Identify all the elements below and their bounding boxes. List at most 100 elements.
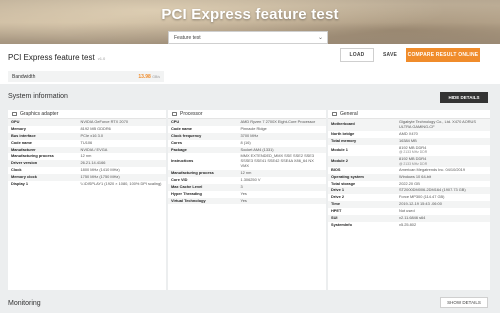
row-key: Clock frequency bbox=[168, 132, 238, 140]
row-value-text: Gigabyte Technology Co., Ltd. X470 AORUS… bbox=[399, 119, 476, 129]
row-value: \\.\DISPLAY1 (1920 × 1080, 100% DPI scal… bbox=[78, 181, 166, 188]
table-row: Instructions MMX EXTENDED_MMX SSE SSE2 SS… bbox=[168, 153, 326, 170]
compare-result-online-button[interactable]: COMPARE RESULT ONLINE bbox=[406, 48, 480, 62]
bandwidth-value: 13.98 GB/s bbox=[138, 74, 164, 80]
save-button[interactable]: SAVE bbox=[376, 48, 404, 62]
row-key: SUI bbox=[328, 214, 397, 222]
table-row: Drive 2 Force MP300 (114.47 GB) bbox=[328, 194, 490, 201]
table-row: Memory clock 1750 MHz (1750 MHz) bbox=[8, 174, 166, 181]
row-value: Pinnacle Ridge bbox=[238, 126, 326, 133]
row-value: Force MP300 (114.47 GB) bbox=[396, 194, 490, 201]
page-title: PCI Express feature test bbox=[161, 6, 339, 23]
row-value: TU106 bbox=[78, 140, 166, 147]
result-title-text: PCI Express feature test bbox=[8, 53, 95, 62]
table-row: North bridge AMD X470 bbox=[328, 131, 490, 138]
row-value-sub: @ 2133 MHz DDR bbox=[399, 161, 428, 166]
table-row: Virtual Technology Yes bbox=[168, 197, 326, 205]
table-row: Module 2 8192 MB DDR4 @ 2133 MHz DDR bbox=[328, 155, 490, 167]
table-row: Memory 8192 MB GDDR6 bbox=[8, 126, 166, 133]
system-info-title: System information bbox=[8, 93, 68, 100]
row-value: 2019-12-19 15:43 -06:00 bbox=[396, 201, 490, 208]
table-row: Hyper Threading Yes bbox=[168, 191, 326, 198]
row-key: Virtual Technology bbox=[168, 197, 238, 205]
row-key: Code name bbox=[171, 125, 192, 131]
row-value-text: 12 nm bbox=[240, 170, 252, 175]
row-key: Module 2 bbox=[328, 155, 397, 167]
row-value: Yes bbox=[238, 191, 326, 198]
general-table: Motherboard Gigabyte Technology Co., Ltd.… bbox=[328, 119, 490, 229]
hide-details-button[interactable]: HIDE DETAILS bbox=[440, 92, 488, 103]
processor-title: Processor bbox=[180, 111, 203, 117]
table-row: Cores 8 (16) bbox=[168, 140, 326, 147]
row-value: American Megatrends Inc. 04/10/2019 bbox=[396, 167, 490, 174]
row-value-text: ST2000DM006-2DM164 (1907.73 GB) bbox=[399, 187, 466, 193]
row-value-text: American Megatrends Inc. 04/10/2019 bbox=[399, 166, 465, 172]
row-key: SystemInfo bbox=[331, 221, 352, 227]
table-row: SystemInfo v5.25.802 bbox=[328, 222, 490, 229]
row-key: Cores bbox=[171, 139, 183, 145]
cpu-icon bbox=[172, 112, 177, 116]
list-icon bbox=[332, 112, 337, 116]
processor-table: CPU AMD Ryzen 7 2700X Eight-Core Processo… bbox=[168, 119, 326, 205]
row-value: PCIe x16 3.0 bbox=[77, 132, 166, 140]
table-row: BIOS American Megatrends Inc. 04/10/2019 bbox=[328, 167, 490, 174]
table-row: Clock frequency 3700 MHz bbox=[168, 132, 326, 140]
load-button[interactable]: LOAD bbox=[340, 48, 374, 62]
row-value-text: Force MP300 (114.47 GB) bbox=[399, 194, 445, 200]
row-key: Package bbox=[168, 146, 238, 154]
table-row: Package Socket AM4 (1331) bbox=[168, 146, 326, 154]
row-key: Motherboard bbox=[328, 119, 397, 131]
general-header: General bbox=[328, 110, 490, 119]
row-value-text: Socket AM4 (1331) bbox=[240, 146, 274, 152]
row-value: 3 bbox=[237, 183, 326, 191]
row-value: 26.21.14.4166 bbox=[77, 160, 166, 168]
monitoring-title: Monitoring bbox=[8, 300, 41, 307]
table-row: CPU AMD Ryzen 7 2700X Eight-Core Processo… bbox=[168, 119, 326, 126]
row-value: 8192 MB GDDR6 bbox=[78, 126, 166, 133]
table-row: Clock 1800 MHz (1410 MHz) bbox=[8, 167, 166, 174]
table-row: Max Cache Level 3 bbox=[168, 183, 326, 191]
row-value: Yes bbox=[237, 197, 326, 205]
test-selector-value: Feature test bbox=[174, 34, 201, 41]
graphics-adapter-title: Graphics adapter bbox=[20, 111, 59, 117]
bandwidth-unit: GB/s bbox=[152, 74, 160, 79]
row-value-text: 1.306250 V bbox=[240, 176, 261, 182]
row-value: AMD X470 bbox=[396, 131, 490, 138]
row-key: Display 1 bbox=[11, 180, 29, 186]
row-value-text: Yes bbox=[240, 190, 247, 196]
row-key: Code name bbox=[11, 139, 32, 145]
row-value: v2.11.6846 s64 bbox=[396, 214, 490, 222]
test-selector-dropdown[interactable]: Feature test ⌄ bbox=[168, 31, 328, 44]
table-row: SUI v2.11.6846 s64 bbox=[328, 214, 490, 222]
table-row: Operating system Windows 10 64-bit bbox=[328, 173, 490, 181]
row-key: Total storage bbox=[331, 180, 356, 186]
row-value: Socket AM4 (1331) bbox=[237, 146, 326, 154]
monitoring-header: Monitoring bbox=[0, 296, 500, 313]
table-row: Manufacturer NVIDIA / EVGA bbox=[8, 146, 166, 154]
table-row: Total memory 16384 MB bbox=[328, 137, 490, 145]
row-value: MMX EXTENDED_MMX SSE SSE2 SSE3 SSSE3 SSE… bbox=[238, 153, 326, 170]
row-key: CPU bbox=[168, 119, 238, 126]
row-value-text: Pinnacle Ridge bbox=[240, 125, 267, 131]
row-value: 12 nm bbox=[78, 153, 166, 160]
table-row: Code name Pinnacle Ridge bbox=[168, 126, 326, 133]
row-value-text: 1750 MHz (1750 MHz) bbox=[80, 174, 120, 179]
row-key: Total memory bbox=[328, 137, 397, 145]
row-value: NVIDIA GeForce RTX 2070 bbox=[77, 119, 166, 126]
row-value-text: 2019-12-19 15:43 -06:00 bbox=[399, 201, 442, 207]
show-details-button[interactable]: SHOW DETAILS bbox=[440, 297, 488, 308]
row-value-text: 16384 MB bbox=[399, 137, 417, 143]
row-value: 16384 MB bbox=[396, 137, 490, 145]
row-key: Manufacturer bbox=[8, 146, 78, 154]
row-value-text: Windows 10 64-bit bbox=[399, 173, 432, 179]
row-value: 3700 MHz bbox=[237, 132, 326, 140]
table-row: Core VID 1.306250 V bbox=[168, 177, 326, 184]
graphics-adapter-header: Graphics adapter bbox=[8, 110, 166, 119]
row-key: Driver version bbox=[8, 160, 78, 168]
row-value-text: NVIDIA GeForce RTX 2070 bbox=[80, 119, 129, 124]
row-value-text: 8192 MB GDDR6 bbox=[80, 125, 111, 131]
table-row: Module 1 8192 MB DDR4 @ 2133 MHz DDR bbox=[328, 145, 490, 156]
bandwidth-row: Bandwidth 13.98 GB/s bbox=[8, 71, 164, 82]
general-panel: General Motherboard Gigabyte Technology C… bbox=[328, 110, 490, 290]
row-value: v5.25.802 bbox=[396, 222, 490, 229]
